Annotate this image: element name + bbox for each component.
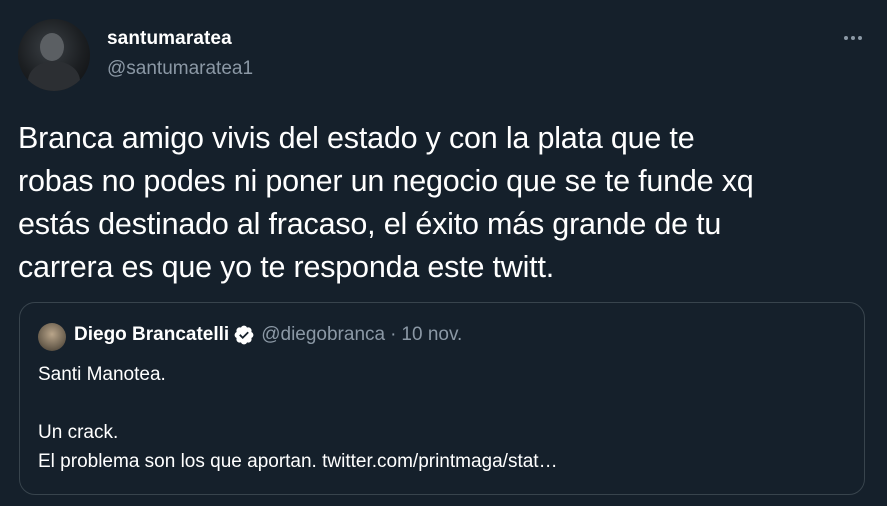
more-dot	[851, 36, 855, 40]
tweet-text-line: robas no podes ni poner un negocio que s…	[18, 164, 754, 198]
quoted-text-line: El problema son los que aportan. twitter…	[38, 451, 558, 472]
quoted-tweet-text: Santi Manotea. Un crack. El problema son…	[38, 360, 838, 476]
quoted-tweet-header: Diego Brancatelli @diegobranca · 10 nov.	[74, 324, 462, 346]
quoted-text-line	[38, 389, 838, 418]
more-dot	[844, 36, 848, 40]
tweet-text-line: carrera es que yo te responda este twitt…	[18, 250, 555, 284]
avatar-shoulders-shape	[28, 61, 80, 91]
verified-badge-icon	[234, 325, 254, 345]
quoted-text-line: Santi Manotea.	[38, 364, 166, 385]
more-dot	[858, 36, 862, 40]
more-options-icon[interactable]	[839, 24, 867, 52]
quoted-separator: ·	[390, 324, 397, 345]
tweet-text: Branca amigo vivis del estado y con la p…	[18, 117, 868, 289]
tweet-text-line: estás destinado al fracaso, el éxito más…	[18, 207, 722, 241]
quoted-text-line: Un crack.	[38, 422, 119, 443]
avatar-head-shape	[40, 33, 64, 61]
quoted-author-name: Diego Brancatelli	[74, 324, 230, 345]
tweet-card: santumaratea @santumaratea1 Branca amigo…	[0, 0, 887, 506]
author-handle[interactable]: @santumaratea1	[107, 58, 253, 80]
tweet-text-line: Branca amigo vivis del estado y con la p…	[18, 121, 695, 155]
author-avatar[interactable]	[18, 19, 90, 91]
quoted-author-avatar	[38, 323, 66, 351]
quoted-author-handle: @diegobranca	[261, 324, 386, 345]
author-display-name[interactable]: santumaratea	[107, 28, 232, 50]
quoted-tweet[interactable]: Diego Brancatelli @diegobranca · 10 nov.…	[19, 302, 865, 495]
quoted-date: 10 nov.	[401, 324, 463, 345]
